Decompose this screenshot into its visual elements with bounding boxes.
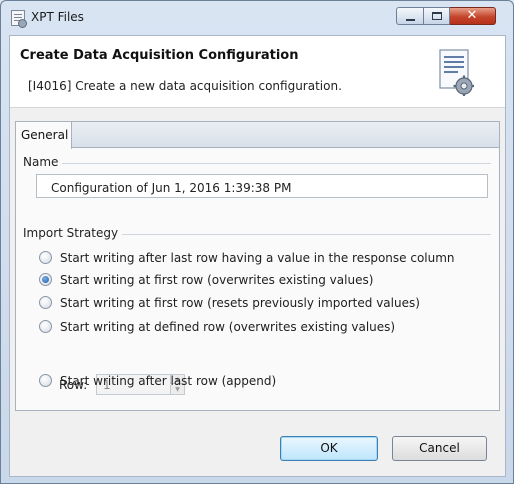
name-group-divider	[24, 163, 491, 164]
configuration-name-input[interactable]	[36, 174, 488, 198]
cancel-button[interactable]: Cancel	[392, 436, 487, 461]
tab-general[interactable]: General	[16, 122, 72, 149]
tab-folder: General Name Import Strategy Start writi…	[15, 121, 500, 411]
option-label: Start writing at first row (resets previ…	[60, 296, 420, 310]
radio-button-selected[interactable]	[39, 273, 52, 286]
option-label: Start writing at first row (overwrites e…	[60, 273, 374, 287]
radio-button[interactable]	[39, 320, 52, 333]
window-title: XPT Files	[31, 10, 84, 24]
page-description: [I4016] Create a new data acquisition co…	[28, 79, 342, 93]
minimize-button[interactable]	[396, 7, 424, 25]
maximize-icon	[432, 12, 442, 20]
option-label: Start writing at defined row (overwrites…	[60, 320, 396, 334]
radio-button[interactable]	[39, 296, 52, 309]
radio-button[interactable]	[39, 374, 52, 387]
option-label: Start writing after last row having a va…	[60, 251, 455, 265]
close-icon: ✕	[466, 8, 478, 23]
close-button[interactable]: ✕	[450, 7, 496, 25]
dialog-window: XPT Files ✕ Create Data Acquisition Conf…	[0, 0, 514, 484]
maximize-button[interactable]	[424, 7, 450, 25]
button-bar: OK Cancel	[10, 428, 505, 476]
name-group-label: Name	[23, 155, 63, 169]
dialog-header: Create Data Acquisition Configuration [I…	[10, 36, 505, 108]
import-strategy-label: Import Strategy	[23, 226, 123, 240]
document-gear-icon	[11, 10, 27, 28]
dialog-content: Create Data Acquisition Configuration [I…	[9, 35, 506, 477]
option-label: Start writing after last row (append)	[60, 374, 277, 388]
ok-button[interactable]: OK	[280, 436, 378, 461]
configuration-document-icon	[439, 49, 474, 96]
tab-strip: General	[16, 122, 499, 149]
radio-button[interactable]	[39, 251, 52, 264]
title-bar[interactable]: XPT Files ✕	[1, 1, 513, 35]
minimize-icon	[406, 19, 415, 21]
page-title: Create Data Acquisition Configuration	[20, 48, 299, 63]
